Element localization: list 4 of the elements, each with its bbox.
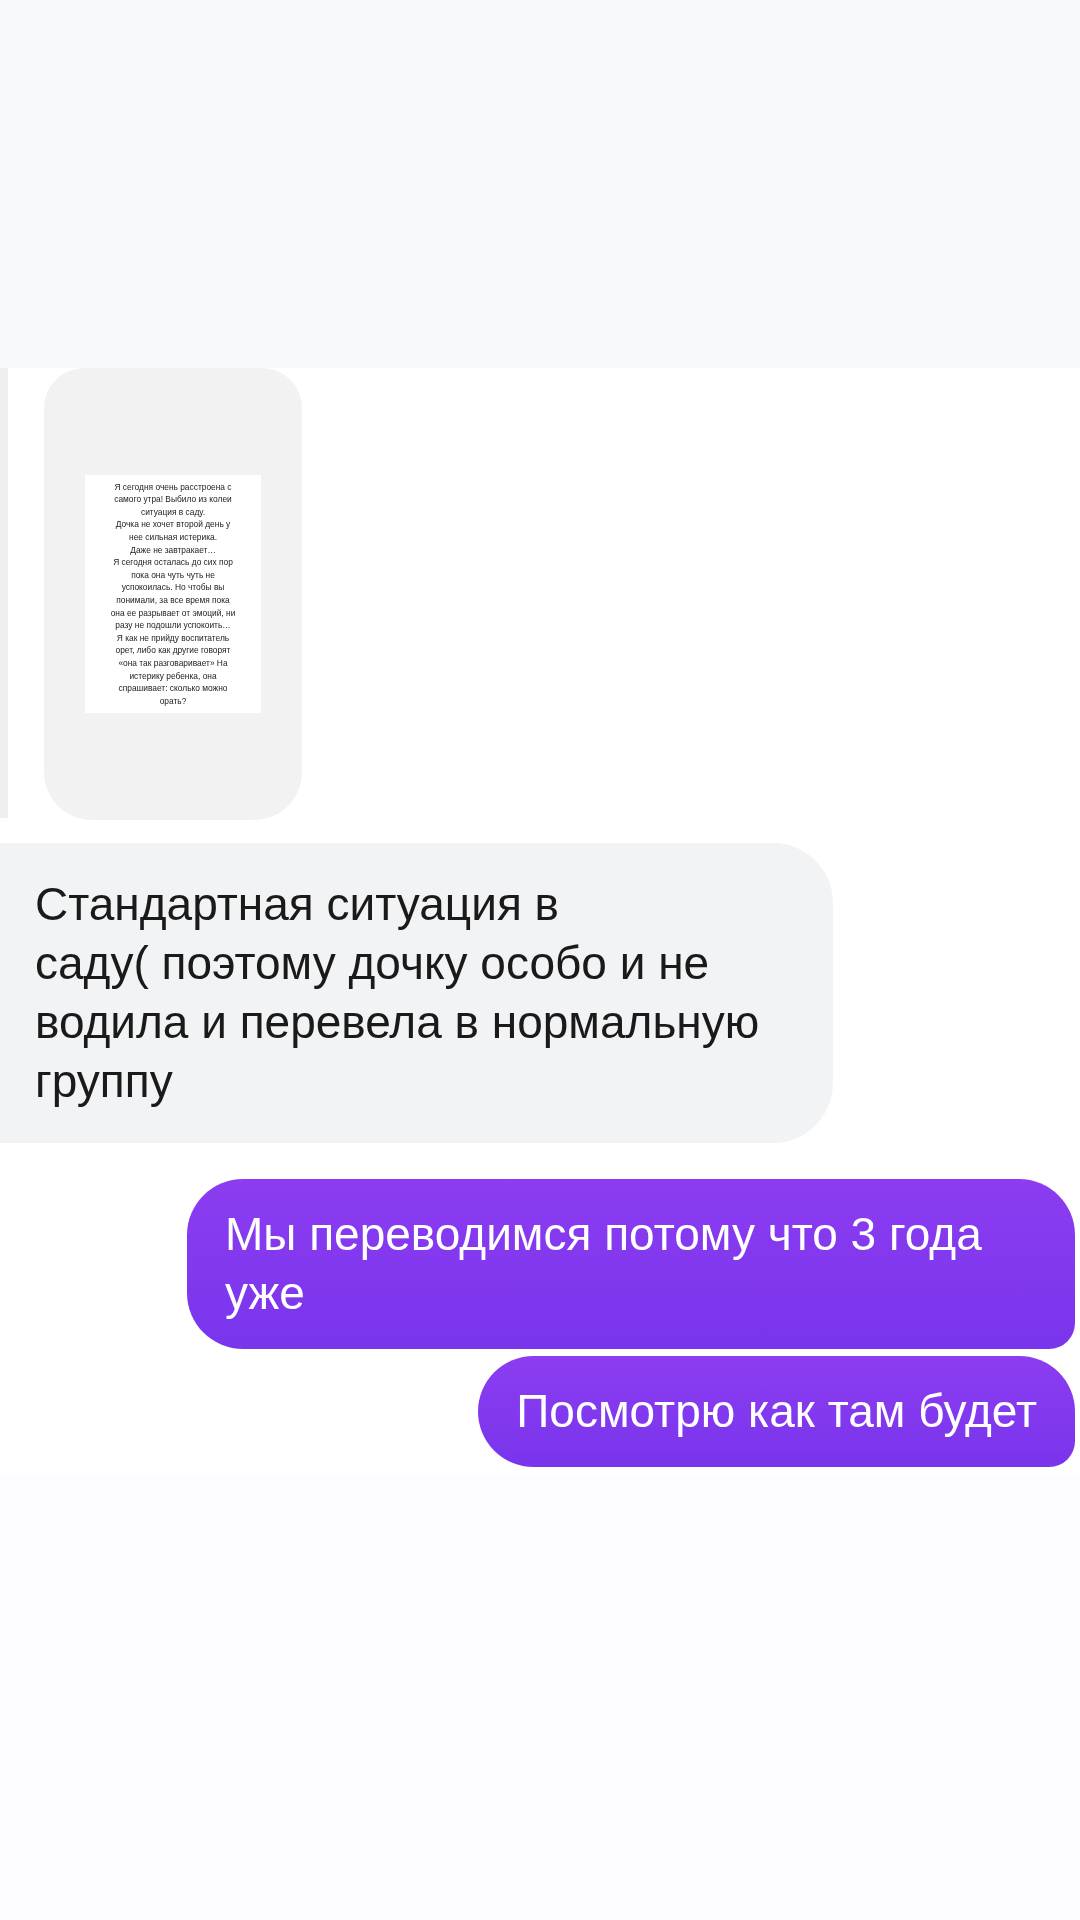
story-text: Я сегодня очень расстроена с самого утра! Выбило из колеи ситуация в саду. Дочка не хочет второй день у нее сильная истерика. Даже не завтракает… Я сегодня осталась до сих пор пока она чуть чуть не успокоилась. Но чтобы вы понимали, за все время пока она ее разрывает от эмоций, ни разу не подошли успокоить… Я как не прийду воспитатель орет, либо как другие говорят «она так разговаривает» На истерику ребенка, она спрашивает: сколько можно орать? xyxy=(85,474,261,714)
outgoing-message: Мы переводимся потому что 3 года уже xyxy=(187,1179,1075,1349)
outgoing-message: Посмотрю как там будет xyxy=(478,1356,1075,1467)
incoming-message: Стандартная ситуация в саду( поэтому дочку особо и не водила и перевела в нормальную группу xyxy=(0,843,833,1143)
